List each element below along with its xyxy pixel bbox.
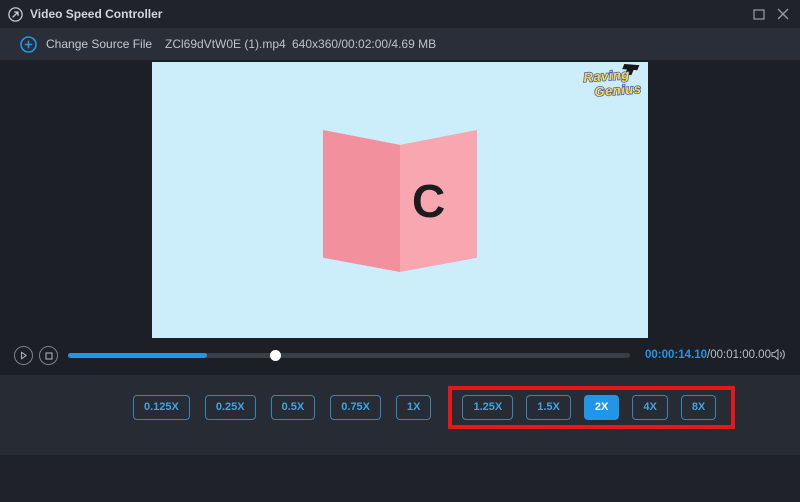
- preview-stage: C Raving Genius: [0, 60, 800, 375]
- video-speed-controller-window: Video Speed Controller Change Source Fil…: [0, 0, 800, 502]
- window-title: Video Speed Controller: [30, 0, 162, 28]
- change-source-file-button[interactable]: Change Source File: [20, 28, 152, 60]
- video-preview: C Raving Genius: [152, 62, 648, 338]
- speed-button-2x-active[interactable]: 2X: [584, 395, 619, 420]
- maximize-button[interactable]: [750, 6, 768, 22]
- speed-button-025x[interactable]: 0.25X: [205, 395, 256, 420]
- total-time: /00:01:00.00: [707, 349, 771, 361]
- speed-button-0125x[interactable]: 0.125X: [133, 395, 190, 420]
- current-time: 00:00:14.10: [645, 349, 707, 361]
- source-file-info: 640x360/00:02:00/4.69 MB: [292, 28, 436, 60]
- card-letter: C: [412, 178, 452, 224]
- watermark-logo: Raving Genius: [581, 65, 643, 105]
- speed-button-15x[interactable]: 1.5X: [526, 395, 571, 420]
- time-display: 00:00:14.10/00:01:00.00: [645, 349, 771, 361]
- volume-button[interactable]: [770, 347, 788, 362]
- speed-button-075x[interactable]: 0.75X: [330, 395, 381, 420]
- video-frame-card-graphic: C: [323, 130, 477, 272]
- play-button[interactable]: [14, 346, 33, 365]
- file-toolbar: Change Source File ZCl69dVtW0E (1).mp4 6…: [0, 28, 800, 60]
- source-filename: ZCl69dVtW0E (1).mp4: [165, 28, 286, 60]
- close-button[interactable]: [774, 6, 792, 22]
- speed-button-05x[interactable]: 0.5X: [271, 395, 316, 420]
- progress-handle[interactable]: [270, 350, 281, 361]
- speed-panel: 0.125X 0.25X 0.5X 0.75X 1X 1.25X 1.5X 2X…: [0, 375, 800, 455]
- annotation-highlight-box: 1.25X 1.5X 2X 4X 8X: [448, 386, 735, 429]
- speed-button-1x[interactable]: 1X: [396, 395, 431, 420]
- plus-circle-icon: [20, 36, 37, 53]
- footer-bar: Name: ZCl69dVtW0E (1)_speed.mp4 Output: …: [0, 455, 800, 502]
- title-bar: Video Speed Controller: [0, 0, 800, 28]
- app-icon: [8, 7, 23, 22]
- stop-button[interactable]: [39, 346, 58, 365]
- speed-button-125x[interactable]: 1.25X: [462, 395, 513, 420]
- speed-button-4x[interactable]: 4X: [632, 395, 667, 420]
- card-left-panel: [323, 130, 400, 272]
- logo-text-line2: Genius: [594, 81, 642, 99]
- progress-fill: [68, 353, 207, 358]
- speed-button-8x[interactable]: 8X: [681, 395, 716, 420]
- change-source-file-label: Change Source File: [46, 37, 152, 51]
- progress-slider[interactable]: [68, 353, 630, 358]
